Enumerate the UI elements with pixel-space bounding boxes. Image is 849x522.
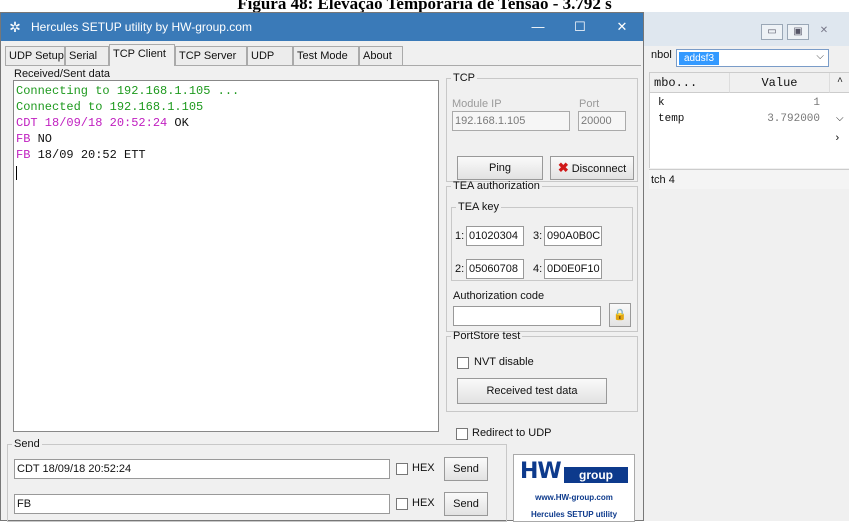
hex-label-2: HEX (412, 497, 435, 509)
bg-symbol-selected: addsf3 (679, 52, 720, 65)
received-data-terminal[interactable]: Connecting to 192.168.1.105 ... Connecte… (13, 80, 439, 432)
maximize-button[interactable]: ☐ (559, 13, 601, 41)
authorization-code-label: Authorization code (453, 290, 545, 302)
bg-minimize-button[interactable]: ▭ (761, 24, 783, 40)
disconnect-icon: ✖ (557, 160, 569, 175)
module-ip-field[interactable]: 192.168.1.105 (452, 111, 570, 131)
portstore-legend: PortStore test (453, 330, 521, 342)
key-4-field[interactable]: 0D0E0F10 (544, 259, 602, 279)
chevron-down-icon[interactable]: ⌵ (816, 51, 824, 62)
terminal-sent-text: FB (16, 148, 31, 162)
tab-tcp-client[interactable]: TCP Client (109, 44, 175, 66)
tab-divider (5, 65, 641, 66)
bg-symbol-combo[interactable]: addsf3 ⌵ (676, 49, 829, 67)
module-ip-label: Module IP (452, 98, 502, 110)
bg-col-value[interactable]: Value (730, 73, 830, 93)
key-1-field[interactable]: 01020304 (466, 226, 524, 246)
key-1-label: 1: (455, 230, 465, 242)
send-legend: Send (14, 438, 40, 450)
title-bar: ✲ Hercules SETUP utility by HW-group.com… (1, 13, 643, 41)
hw-group-logo: HW group www.HW-group.com Hercules SETUP… (513, 454, 635, 522)
key-2-field[interactable]: 05060708 (466, 259, 524, 279)
app-icon: ✲ (9, 19, 21, 35)
bg-symbol-label: nbol (651, 49, 672, 61)
logo-hw-text: HW (520, 459, 562, 484)
tea-authorization-group: TEA authorization TEA key 1: 01020304 3:… (446, 180, 638, 332)
terminal-reply-text: 18/09 20:52 ETT (30, 148, 146, 162)
tea-key-group: TEA key 1: 01020304 3: 090A0B0C 2: 05060… (451, 201, 633, 281)
portstore-test-group: PortStore test NVT disable Received test… (446, 330, 638, 412)
key-2-label: 2: (455, 263, 465, 275)
key-3-field[interactable]: 090A0B0C (544, 226, 602, 246)
terminal-line: FB NO (16, 132, 52, 146)
background-window: ▭ ▣ ✕ nbol addsf3 ⌵ mbo... Value ^ k 1 t… (620, 12, 849, 521)
disconnect-label: Disconnect (571, 163, 627, 175)
bg-restore-button[interactable]: ▣ (787, 24, 809, 40)
lock-icon[interactable]: 🔒 (609, 303, 631, 327)
ping-button[interactable]: Ping (457, 156, 543, 180)
bg-row-value: 1 (813, 97, 820, 109)
received-sent-label: Received/Sent data (14, 68, 111, 80)
bg-watch-grid[interactable]: mbo... Value ^ k 1 temp 3.792000 ⌵ › (649, 72, 849, 168)
key-3-label: 3: (533, 230, 543, 242)
logo-product: Hercules SETUP utility (530, 510, 618, 519)
terminal-line: FB 18/09 20:52 ETT (16, 148, 146, 162)
received-test-data-button[interactable]: Received test data (457, 378, 607, 404)
port-label: Port (579, 98, 600, 110)
background-title-bar: ▭ ▣ ✕ (621, 12, 849, 46)
terminal-reply-text: NO (30, 132, 53, 146)
send-field-2[interactable]: FB (14, 494, 390, 514)
send-group: Send CDT 18/09/18 20:52:24 HEX Send FB H… (7, 438, 507, 522)
bg-row-value: 3.792000 (767, 113, 820, 125)
terminal-line: Connecting to 192.168.1.105 ... (16, 84, 240, 98)
key-4-label: 4: (533, 263, 543, 275)
hex-checkbox-2[interactable] (396, 498, 408, 510)
bg-col-symbol[interactable]: mbo... (650, 73, 730, 93)
window-title: Hercules SETUP utility by HW-group.com (31, 20, 252, 34)
bg-row-symbol: temp (658, 113, 685, 125)
tab-serial[interactable]: Serial (65, 46, 109, 65)
bg-row-symbol: k (658, 97, 665, 109)
hex-checkbox-1[interactable] (396, 463, 408, 475)
hercules-window: ✲ Hercules SETUP utility by HW-group.com… (0, 12, 644, 522)
logo-group-text: group (564, 467, 628, 483)
tea-key-legend: TEA key (458, 201, 499, 213)
nvt-disable-checkbox[interactable] (457, 357, 469, 369)
tab-tcp-server[interactable]: TCP Server (175, 46, 247, 65)
tab-udp-setup[interactable]: UDP Setup (5, 46, 65, 65)
tab-about[interactable]: About (359, 46, 403, 65)
tcp-group: TCP Module IP Port 192.168.1.105 20000 P… (446, 72, 638, 182)
tab-udp[interactable]: UDP (247, 46, 293, 65)
terminal-sent-text: CDT 18/09/18 20:52:24 (16, 116, 168, 130)
hex-label-1: HEX (412, 462, 435, 474)
tcp-legend: TCP (453, 72, 475, 84)
tab-test-mode[interactable]: Test Mode (293, 46, 359, 65)
disconnect-button[interactable]: ✖ Disconnect (550, 156, 634, 180)
bg-scroll-right-icon[interactable]: › (834, 133, 841, 145)
nvt-disable-label: NVT disable (474, 356, 534, 368)
bg-scroll-up-icon[interactable]: ^ (830, 73, 849, 93)
send-button-1[interactable]: Send (444, 457, 488, 481)
authorization-code-field[interactable] (453, 306, 601, 326)
bg-scroll-down-icon[interactable]: ⌵ (836, 113, 844, 125)
minimize-button[interactable]: — (517, 13, 559, 41)
terminal-line: Connected to 192.168.1.105 (16, 100, 204, 114)
send-field-1[interactable]: CDT 18/09/18 20:52:24 (14, 459, 390, 479)
send-button-2[interactable]: Send (444, 492, 488, 516)
tea-legend: TEA authorization (453, 180, 540, 192)
bg-close-button[interactable]: ✕ (813, 24, 835, 40)
terminal-line: CDT 18/09/18 20:52:24 OK (16, 116, 189, 130)
text-cursor (16, 166, 17, 180)
logo-url: www.HW-group.com (535, 493, 613, 502)
terminal-sent-text: FB (16, 132, 31, 146)
port-field[interactable]: 20000 (578, 111, 626, 131)
terminal-reply-text: OK (167, 116, 189, 130)
close-button[interactable]: ✕ (601, 13, 643, 41)
bg-watch-tab[interactable]: tch 4 (649, 169, 849, 189)
